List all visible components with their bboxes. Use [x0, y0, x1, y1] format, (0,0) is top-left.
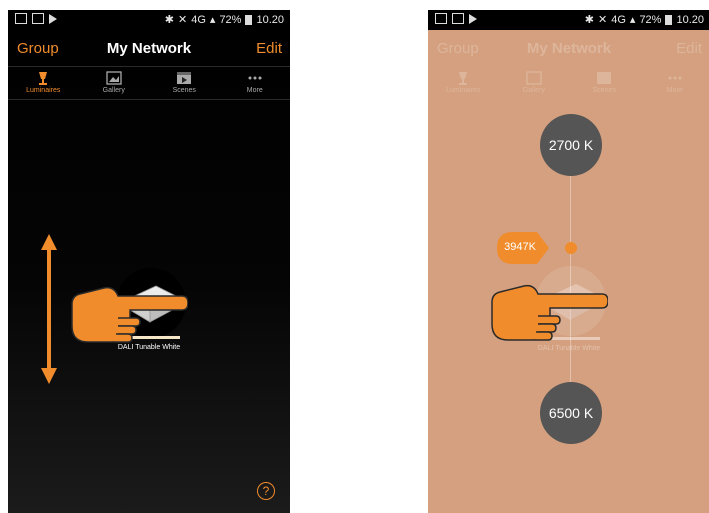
status-left-icons	[15, 13, 57, 24]
tab-more[interactable]: More	[220, 67, 291, 99]
page-title: My Network	[526, 40, 612, 57]
tab-label-luminaires: Luminaires	[26, 87, 61, 94]
color-temp-value: 3947K	[504, 241, 536, 253]
tab-bar: Luminaires Gallery Scenes More	[428, 66, 709, 100]
tab-label-scenes: Scenes	[592, 87, 616, 94]
pointing-hand-icon	[491, 284, 608, 341]
tab-label-gallery: Gallery	[522, 87, 545, 94]
color-temp-slider-knob[interactable]	[565, 242, 577, 254]
network-type: 4G	[611, 13, 626, 26]
status-right: ✱ ✕ 4G ▴ 72% 10.20	[584, 13, 704, 27]
more-icon	[248, 76, 262, 80]
tab-bar: Luminaires Gallery Scenes More	[8, 66, 290, 100]
tab-scenes[interactable]: Scenes	[149, 67, 220, 99]
mute-icon: ✕	[178, 14, 188, 26]
battery-icon	[665, 14, 673, 25]
tab-luminaires[interactable]: Luminaires	[8, 67, 79, 99]
tab-label-more: More	[246, 87, 263, 94]
tab-label-luminaires: Luminaires	[446, 87, 481, 94]
battery-percent: 72%	[639, 13, 662, 26]
status-bar: ✱ ✕ 4G ▴ 72% 10.20	[428, 10, 709, 30]
nav-bar: Group My Network Edit	[428, 30, 709, 66]
network-type: 4G	[191, 13, 206, 26]
bluetooth-icon: ✱	[584, 14, 594, 26]
help-button[interactable]: ?	[257, 482, 275, 500]
play-icon	[469, 14, 477, 24]
tab-more: More	[640, 67, 709, 99]
play-icon	[49, 14, 57, 24]
color-temp-warm-button[interactable]: 2700 K	[540, 114, 602, 176]
tab-gallery: Gallery	[499, 67, 570, 99]
phone-screen-left: ✱ ✕ 4G ▴ 72% 10.20 Group My Network Edit…	[8, 10, 290, 513]
notification-icon	[435, 13, 447, 24]
nav-bar: Group My Network Edit	[8, 30, 290, 66]
clock: 10.20	[256, 13, 284, 26]
phone-screen-right: ✱ ✕ 4G ▴ 72% 10.20 Group My Network Edit…	[428, 10, 709, 513]
color-temp-cool-button[interactable]: 6500 K	[540, 382, 602, 444]
tab-luminaires: Luminaires	[428, 67, 499, 99]
edit-button: Edit	[676, 40, 702, 57]
notification-icon	[15, 13, 27, 24]
scenes-icon	[597, 72, 612, 84]
image-icon	[452, 13, 464, 24]
status-left-icons	[435, 13, 477, 24]
tab-scenes: Scenes	[569, 67, 640, 99]
signal-icon: ▴	[629, 14, 636, 26]
tab-gallery[interactable]: Gallery	[79, 67, 150, 99]
battery-icon	[245, 14, 253, 25]
signal-icon: ▴	[209, 14, 216, 26]
gallery-icon	[106, 71, 122, 85]
edit-button[interactable]: Edit	[256, 40, 282, 57]
drag-vertical-arrow-icon	[41, 234, 57, 384]
battery-percent: 72%	[219, 13, 242, 26]
status-bar: ✱ ✕ 4G ▴ 72% 10.20	[8, 10, 290, 30]
image-icon	[32, 13, 44, 24]
bluetooth-icon: ✱	[164, 14, 174, 26]
lamp-icon	[459, 72, 468, 85]
tab-label-scenes: Scenes	[172, 87, 196, 94]
more-icon	[668, 76, 682, 80]
tab-label-gallery: Gallery	[102, 87, 125, 94]
page-title: My Network	[106, 40, 192, 57]
mute-icon: ✕	[598, 14, 608, 26]
tab-label-more: More	[666, 87, 683, 94]
clock: 10.20	[676, 13, 704, 26]
lamp-icon	[39, 72, 48, 85]
gallery-icon	[526, 71, 542, 85]
pointing-hand-icon	[71, 286, 188, 343]
status-right: ✱ ✕ 4G ▴ 72% 10.20	[164, 13, 284, 27]
scenes-icon	[177, 72, 192, 84]
